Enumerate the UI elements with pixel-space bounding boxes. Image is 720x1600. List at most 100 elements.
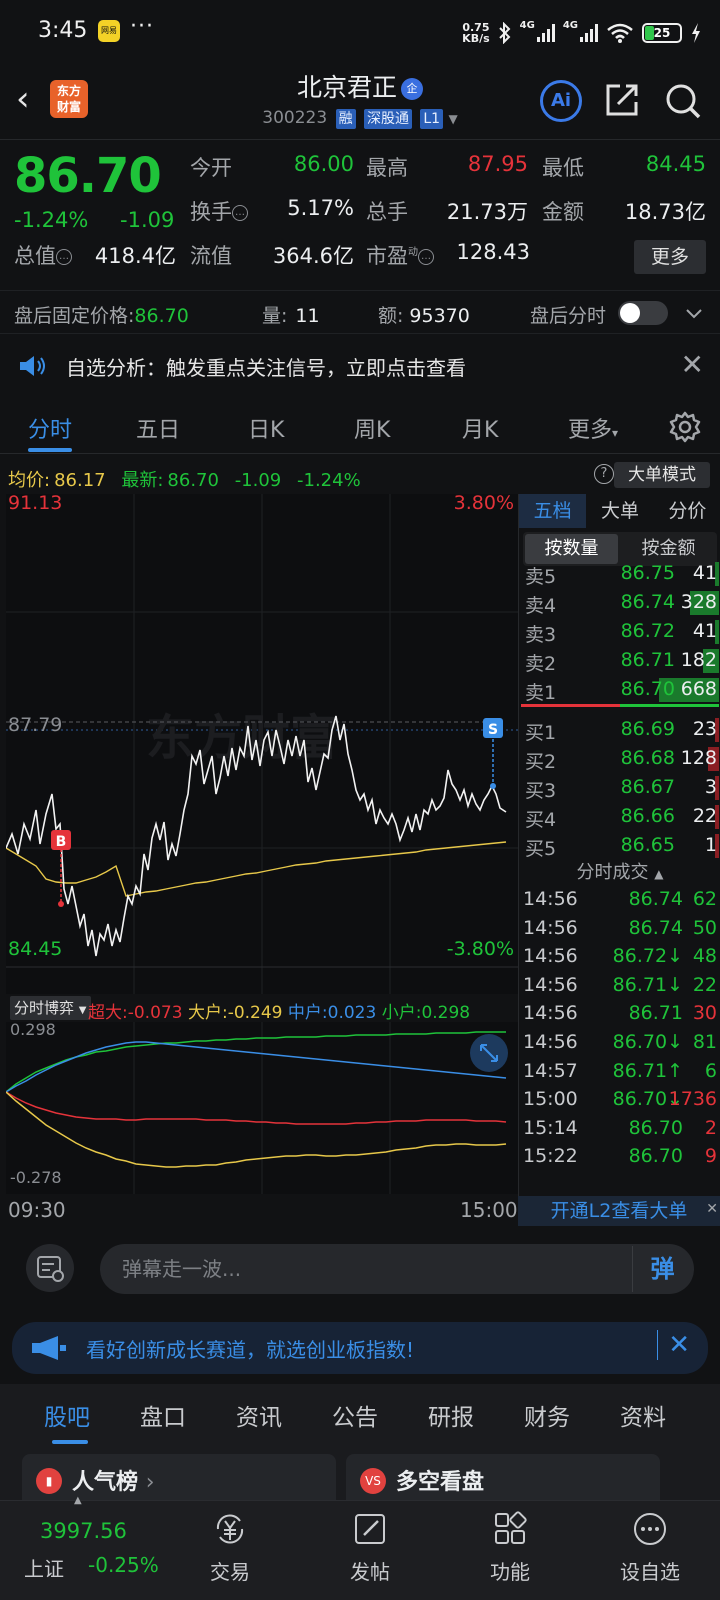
barrage-bar: 弹幕走一波... 弹 <box>0 1236 720 1308</box>
trade-row: 15:22 86.70 9 <box>519 1143 720 1171</box>
float-value: 364.6亿 <box>272 244 354 268</box>
tab-research[interactable]: 研报 <box>428 1398 474 1432</box>
tab-more[interactable]: 更多▾ <box>568 412 618 444</box>
trades-header[interactable]: 分时成交 ▲ <box>519 858 720 884</box>
after-hours-row: 盘后固定价格:86.70 量: 11 额: 95370 盘后分时 <box>0 290 720 334</box>
bid-level-row[interactable]: 买1 86.69 23 <box>519 716 720 744</box>
info-icon: … <box>56 249 72 265</box>
trade-price: 86.72↓ <box>612 945 683 968</box>
feature-cards: ▮ 人气榜 › VS 多空看盘 <box>0 1446 720 1514</box>
chevron-down-icon[interactable] <box>684 303 704 323</box>
trade-volume: 81 <box>692 1031 717 1053</box>
tab-price-dist[interactable]: 分价 <box>654 494 720 528</box>
notice-bar[interactable]: 自选分析：触发重点关注信号，立即点击查看 ✕ <box>0 342 720 390</box>
buy-marker: B <box>56 834 67 850</box>
trade-row: 14:56 86.74 62 <box>519 886 720 914</box>
barrage-send-button[interactable]: 弹 <box>632 1246 692 1292</box>
volume-label: 总手 <box>366 200 408 224</box>
trade-time: 14:56 <box>523 945 578 968</box>
tab-forum[interactable]: 股吧 <box>44 1398 90 1432</box>
high-label: 最高 <box>366 156 408 180</box>
tab-daily-k[interactable]: 日K <box>248 412 284 444</box>
time-end: 15:00 <box>460 1198 518 1222</box>
ask-level-row[interactable]: 卖3 86.72 41 <box>519 618 720 646</box>
quote-panel: 86.70 -1.24% -1.09 今开 86.00 最高 87.95 最低 … <box>0 140 720 290</box>
bid-level-row[interactable]: 买5 86.65 1 <box>519 832 720 860</box>
level-label: 卖3 <box>525 624 557 646</box>
pe-label[interactable]: 市盈动… <box>366 240 434 270</box>
level-label: 卖4 <box>525 595 557 617</box>
margin-tag: 融 <box>335 109 356 129</box>
tab-big-orders[interactable]: 大单 <box>586 494 653 528</box>
help-icon[interactable]: ? <box>594 464 614 484</box>
speaker-icon <box>20 356 45 376</box>
stock-name: 北京君正 <box>296 73 397 102</box>
tab-five-levels[interactable]: 五档 <box>519 494 587 528</box>
enterprise-badge-icon: 企 <box>401 78 423 100</box>
fund-values: 超大:-0.073 大户:-0.249 中户:0.023 小户:0.298 <box>88 1003 471 1023</box>
tab-news[interactable]: 资讯 <box>236 1398 282 1432</box>
turnover-label[interactable]: 换手… <box>190 196 248 226</box>
tab-financials[interactable]: 财务 <box>524 1398 570 1432</box>
change-amount: -1.09 <box>120 208 175 232</box>
axis-bottom-pct: -3.80% <box>446 938 514 960</box>
tab-profile[interactable]: 资料 <box>620 1398 666 1432</box>
trade-time: 14:56 <box>523 1031 578 1053</box>
gear-icon[interactable] <box>668 410 702 444</box>
level-tag: L1 <box>420 109 444 129</box>
tab-orderbook[interactable]: 盘口 <box>140 1398 186 1432</box>
chart-icon: ▮ <box>36 1468 62 1494</box>
ai-button[interactable]: Ai <box>540 80 582 122</box>
nav-post[interactable]: 发帖 <box>310 1501 430 1600</box>
ask-level-row[interactable]: 卖5 86.75 41 <box>519 560 720 588</box>
open-label: 今开 <box>190 156 232 180</box>
big-order-mode-button[interactable]: 大单模式 <box>614 462 710 488</box>
trade-time: 15:00 <box>523 1088 578 1111</box>
tab-intraday[interactable]: 分时 <box>28 412 72 444</box>
bid-level-row[interactable]: 买4 86.66 22 <box>519 803 720 831</box>
info-icon: … <box>232 205 248 221</box>
level-volume: 41 <box>692 562 717 584</box>
fund-game-dropdown[interactable]: 分时博弈 ▼ <box>10 996 91 1020</box>
info-icon: … <box>418 249 434 265</box>
barrage-input[interactable]: 弹幕走一波... <box>100 1244 694 1294</box>
close-icon[interactable]: ✕ <box>706 1194 718 1224</box>
tab-monthly-k[interactable]: 月K <box>462 412 498 444</box>
trade-row: 14:56 86.74 50 <box>519 915 720 943</box>
after-hours-toggle[interactable] <box>618 301 668 325</box>
tab-five-day[interactable]: 五日 <box>136 412 180 444</box>
mktcap-label[interactable]: 总值… <box>14 240 72 270</box>
nav-functions[interactable]: 功能 <box>450 1501 570 1600</box>
promo-banner[interactable]: 看好创新成长赛道，就选创业板指数! ✕ <box>12 1322 708 1374</box>
barrage-settings-icon[interactable] <box>26 1244 74 1292</box>
volume-value: 21.73万 <box>446 200 528 224</box>
notice-text: 自选分析：触发重点关注信号，立即点击查看 <box>66 356 466 380</box>
fund-flow-chart: 0.298 -0.278 <box>5 1020 518 1194</box>
connect-tag: 深股通 <box>363 109 412 129</box>
ask-level-row[interactable]: 卖4 86.74 328 <box>519 589 720 617</box>
close-icon[interactable]: ✕ <box>657 1330 690 1360</box>
intraday-chart[interactable]: 东方财富 B S 91.13 3.80% 87.79 84.45 -3.80% <box>5 492 518 994</box>
close-icon[interactable]: ✕ <box>681 348 704 381</box>
index-ticker[interactable]: ▲ 3997.56 上证 -0.25% <box>18 1495 168 1600</box>
ask-level-row[interactable]: 卖2 86.71 182 <box>519 647 720 675</box>
tab-weekly-k[interactable]: 周K <box>354 412 390 444</box>
bid-level-row[interactable]: 买3 86.67 3 <box>519 774 720 802</box>
level-volume: 182 <box>680 649 717 671</box>
expand-icon[interactable] <box>470 1034 508 1072</box>
search-icon[interactable] <box>664 82 702 120</box>
nav-add-watchlist[interactable]: 设自选 <box>590 1501 710 1600</box>
more-button[interactable]: 更多 <box>634 240 706 274</box>
charging-icon <box>692 23 700 43</box>
tab-announcements[interactable]: 公告 <box>332 1398 378 1432</box>
nav-trade[interactable]: 交易 <box>170 1501 290 1600</box>
trade-volume: 6 <box>704 1059 717 1082</box>
level-label: 买3 <box>525 780 557 802</box>
bid-level-row[interactable]: 买2 86.68 128 <box>519 745 720 773</box>
ask-level-row[interactable]: 卖1 86.70 668 <box>519 676 720 704</box>
low-label: 最低 <box>542 156 584 180</box>
trade-row: 14:56 86.71 30 <box>519 1000 720 1028</box>
share-icon[interactable] <box>604 82 640 118</box>
open-l2-banner[interactable]: 开通L2查看大单 ✕ <box>518 1196 720 1226</box>
vs-icon: VS <box>360 1468 386 1494</box>
